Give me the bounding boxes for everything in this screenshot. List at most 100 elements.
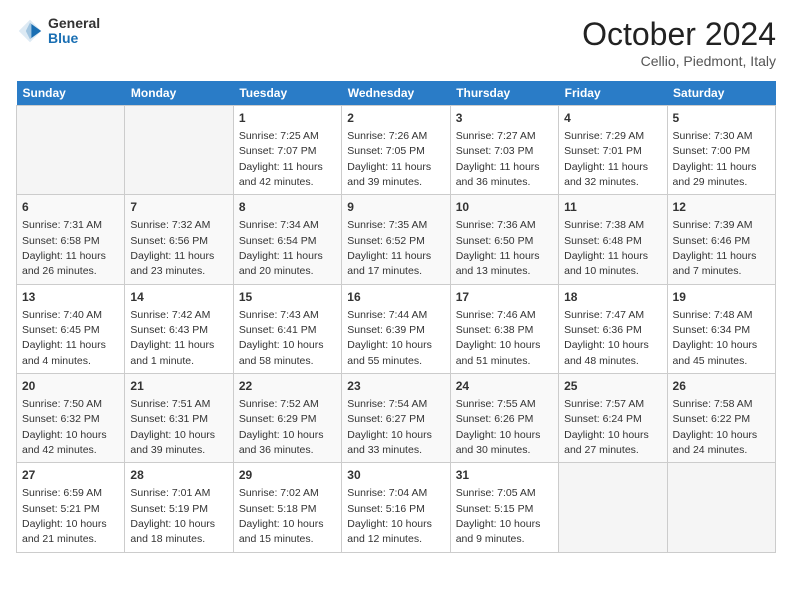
calendar-cell: 17 Sunrise: 7:46 AM Sunset: 6:38 PM Dayli… xyxy=(450,284,558,373)
day-number: 20 xyxy=(22,378,119,395)
logo-blue: Blue xyxy=(48,31,100,46)
day-number: 23 xyxy=(347,378,444,395)
day-info: Sunrise: 7:55 AM Sunset: 6:26 PM Dayligh… xyxy=(456,398,541,456)
calendar-cell: 4 Sunrise: 7:29 AM Sunset: 7:01 PM Daylig… xyxy=(559,106,667,195)
day-number: 24 xyxy=(456,378,553,395)
calendar-cell: 20 Sunrise: 7:50 AM Sunset: 6:32 PM Dayli… xyxy=(17,374,125,463)
calendar-cell: 19Sunrise: 7:48 AM Sunset: 6:34 PM Dayli… xyxy=(667,284,775,373)
calendar-cell: 23 Sunrise: 7:54 AM Sunset: 6:27 PM Dayli… xyxy=(342,374,450,463)
calendar-cell: 26Sunrise: 7:58 AM Sunset: 6:22 PM Dayli… xyxy=(667,374,775,463)
day-number: 16 xyxy=(347,289,444,306)
day-info: Sunrise: 7:36 AM Sunset: 6:50 PM Dayligh… xyxy=(456,219,540,277)
calendar-cell: 16 Sunrise: 7:44 AM Sunset: 6:39 PM Dayli… xyxy=(342,284,450,373)
day-number: 29 xyxy=(239,467,336,484)
day-number: 27 xyxy=(22,467,119,484)
day-info: Sunrise: 7:34 AM Sunset: 6:54 PM Dayligh… xyxy=(239,219,323,277)
logo-text: General Blue xyxy=(48,16,100,47)
day-info: Sunrise: 7:47 AM Sunset: 6:36 PM Dayligh… xyxy=(564,309,649,367)
day-header-wednesday: Wednesday xyxy=(342,81,450,106)
calendar-cell: 31Sunrise: 7:05 AM Sunset: 5:15 PM Dayli… xyxy=(450,463,558,552)
week-row-5: 27 Sunrise: 6:59 AM Sunset: 5:21 PM Dayli… xyxy=(17,463,776,552)
day-info: Sunrise: 7:02 AM Sunset: 5:18 PM Dayligh… xyxy=(239,487,324,545)
calendar-cell: 30Sunrise: 7:04 AM Sunset: 5:16 PM Dayli… xyxy=(342,463,450,552)
location: Cellio, Piedmont, Italy xyxy=(582,53,776,69)
day-info: Sunrise: 7:46 AM Sunset: 6:38 PM Dayligh… xyxy=(456,309,541,367)
day-number: 11 xyxy=(564,199,661,216)
day-info: Sunrise: 7:35 AM Sunset: 6:52 PM Dayligh… xyxy=(347,219,431,277)
day-number: 22 xyxy=(239,378,336,395)
calendar-cell: 6Sunrise: 7:31 AM Sunset: 6:58 PM Daylig… xyxy=(17,195,125,284)
day-info: Sunrise: 7:25 AM Sunset: 7:07 PM Dayligh… xyxy=(239,130,323,188)
day-number: 3 xyxy=(456,110,553,127)
calendar-cell: 2Sunrise: 7:26 AM Sunset: 7:05 PM Daylig… xyxy=(342,106,450,195)
calendar-cell: 1Sunrise: 7:25 AM Sunset: 7:07 PM Daylig… xyxy=(233,106,341,195)
header-row: SundayMondayTuesdayWednesdayThursdayFrid… xyxy=(17,81,776,106)
calendar-cell: 14 Sunrise: 7:42 AM Sunset: 6:43 PM Dayli… xyxy=(125,284,233,373)
day-info: Sunrise: 7:54 AM Sunset: 6:27 PM Dayligh… xyxy=(347,398,432,456)
week-row-3: 13 Sunrise: 7:40 AM Sunset: 6:45 PM Dayli… xyxy=(17,284,776,373)
day-number: 14 xyxy=(130,289,227,306)
calendar-cell: 5 Sunrise: 7:30 AM Sunset: 7:00 PM Daylig… xyxy=(667,106,775,195)
calendar-cell xyxy=(559,463,667,552)
calendar-cell: 15 Sunrise: 7:43 AM Sunset: 6:41 PM Dayli… xyxy=(233,284,341,373)
day-number: 8 xyxy=(239,199,336,216)
title-block: October 2024 Cellio, Piedmont, Italy xyxy=(582,16,776,69)
day-number: 18 xyxy=(564,289,661,306)
day-number: 28 xyxy=(130,467,227,484)
calendar-cell: 25Sunrise: 7:57 AM Sunset: 6:24 PM Dayli… xyxy=(559,374,667,463)
day-info: Sunrise: 7:39 AM Sunset: 6:46 PM Dayligh… xyxy=(673,219,757,277)
day-info: Sunrise: 6:59 AM Sunset: 5:21 PM Dayligh… xyxy=(22,487,107,545)
day-number: 9 xyxy=(347,199,444,216)
calendar-cell: 10 Sunrise: 7:36 AM Sunset: 6:50 PM Dayli… xyxy=(450,195,558,284)
day-info: Sunrise: 7:30 AM Sunset: 7:00 PM Dayligh… xyxy=(673,130,757,188)
day-info: Sunrise: 7:58 AM Sunset: 6:22 PM Dayligh… xyxy=(673,398,758,456)
day-number: 10 xyxy=(456,199,553,216)
day-info: Sunrise: 7:43 AM Sunset: 6:41 PM Dayligh… xyxy=(239,309,324,367)
day-info: Sunrise: 7:50 AM Sunset: 6:32 PM Dayligh… xyxy=(22,398,107,456)
day-number: 7 xyxy=(130,199,227,216)
calendar-cell: 24 Sunrise: 7:55 AM Sunset: 6:26 PM Dayli… xyxy=(450,374,558,463)
day-info: Sunrise: 7:42 AM Sunset: 6:43 PM Dayligh… xyxy=(130,309,214,367)
day-info: Sunrise: 7:04 AM Sunset: 5:16 PM Dayligh… xyxy=(347,487,432,545)
day-info: Sunrise: 7:29 AM Sunset: 7:01 PM Dayligh… xyxy=(564,130,648,188)
day-number: 13 xyxy=(22,289,119,306)
calendar-cell: 9 Sunrise: 7:35 AM Sunset: 6:52 PM Daylig… xyxy=(342,195,450,284)
day-header-friday: Friday xyxy=(559,81,667,106)
day-info: Sunrise: 7:32 AM Sunset: 6:56 PM Dayligh… xyxy=(130,219,214,277)
day-number: 4 xyxy=(564,110,661,127)
day-number: 19 xyxy=(673,289,770,306)
calendar-cell: 8 Sunrise: 7:34 AM Sunset: 6:54 PM Daylig… xyxy=(233,195,341,284)
day-info: Sunrise: 7:51 AM Sunset: 6:31 PM Dayligh… xyxy=(130,398,215,456)
calendar-table: SundayMondayTuesdayWednesdayThursdayFrid… xyxy=(16,81,776,553)
day-info: Sunrise: 7:44 AM Sunset: 6:39 PM Dayligh… xyxy=(347,309,432,367)
day-header-tuesday: Tuesday xyxy=(233,81,341,106)
calendar-cell: 21Sunrise: 7:51 AM Sunset: 6:31 PM Dayli… xyxy=(125,374,233,463)
logo-general: General xyxy=(48,16,100,31)
day-header-saturday: Saturday xyxy=(667,81,775,106)
logo-icon xyxy=(16,17,44,45)
calendar-cell: 29 Sunrise: 7:02 AM Sunset: 5:18 PM Dayli… xyxy=(233,463,341,552)
day-info: Sunrise: 7:27 AM Sunset: 7:03 PM Dayligh… xyxy=(456,130,540,188)
calendar-cell: 22Sunrise: 7:52 AM Sunset: 6:29 PM Dayli… xyxy=(233,374,341,463)
calendar-cell: 12Sunrise: 7:39 AM Sunset: 6:46 PM Dayli… xyxy=(667,195,775,284)
day-header-monday: Monday xyxy=(125,81,233,106)
calendar-cell: 27 Sunrise: 6:59 AM Sunset: 5:21 PM Dayli… xyxy=(17,463,125,552)
calendar-cell xyxy=(667,463,775,552)
day-header-sunday: Sunday xyxy=(17,81,125,106)
logo: General Blue xyxy=(16,16,100,47)
day-number: 15 xyxy=(239,289,336,306)
day-info: Sunrise: 7:01 AM Sunset: 5:19 PM Dayligh… xyxy=(130,487,215,545)
calendar-cell: 7 Sunrise: 7:32 AM Sunset: 6:56 PM Daylig… xyxy=(125,195,233,284)
day-info: Sunrise: 7:38 AM Sunset: 6:48 PM Dayligh… xyxy=(564,219,648,277)
day-number: 31 xyxy=(456,467,553,484)
calendar-cell: 28 Sunrise: 7:01 AM Sunset: 5:19 PM Dayli… xyxy=(125,463,233,552)
calendar-cell: 13 Sunrise: 7:40 AM Sunset: 6:45 PM Dayli… xyxy=(17,284,125,373)
calendar-cell: 11 Sunrise: 7:38 AM Sunset: 6:48 PM Dayli… xyxy=(559,195,667,284)
day-number: 5 xyxy=(673,110,770,127)
day-info: Sunrise: 7:40 AM Sunset: 6:45 PM Dayligh… xyxy=(22,309,106,367)
day-number: 6 xyxy=(22,199,119,216)
calendar-cell xyxy=(17,106,125,195)
page-header: General Blue October 2024 Cellio, Piedmo… xyxy=(16,16,776,69)
day-number: 17 xyxy=(456,289,553,306)
month-title: October 2024 xyxy=(582,16,776,53)
